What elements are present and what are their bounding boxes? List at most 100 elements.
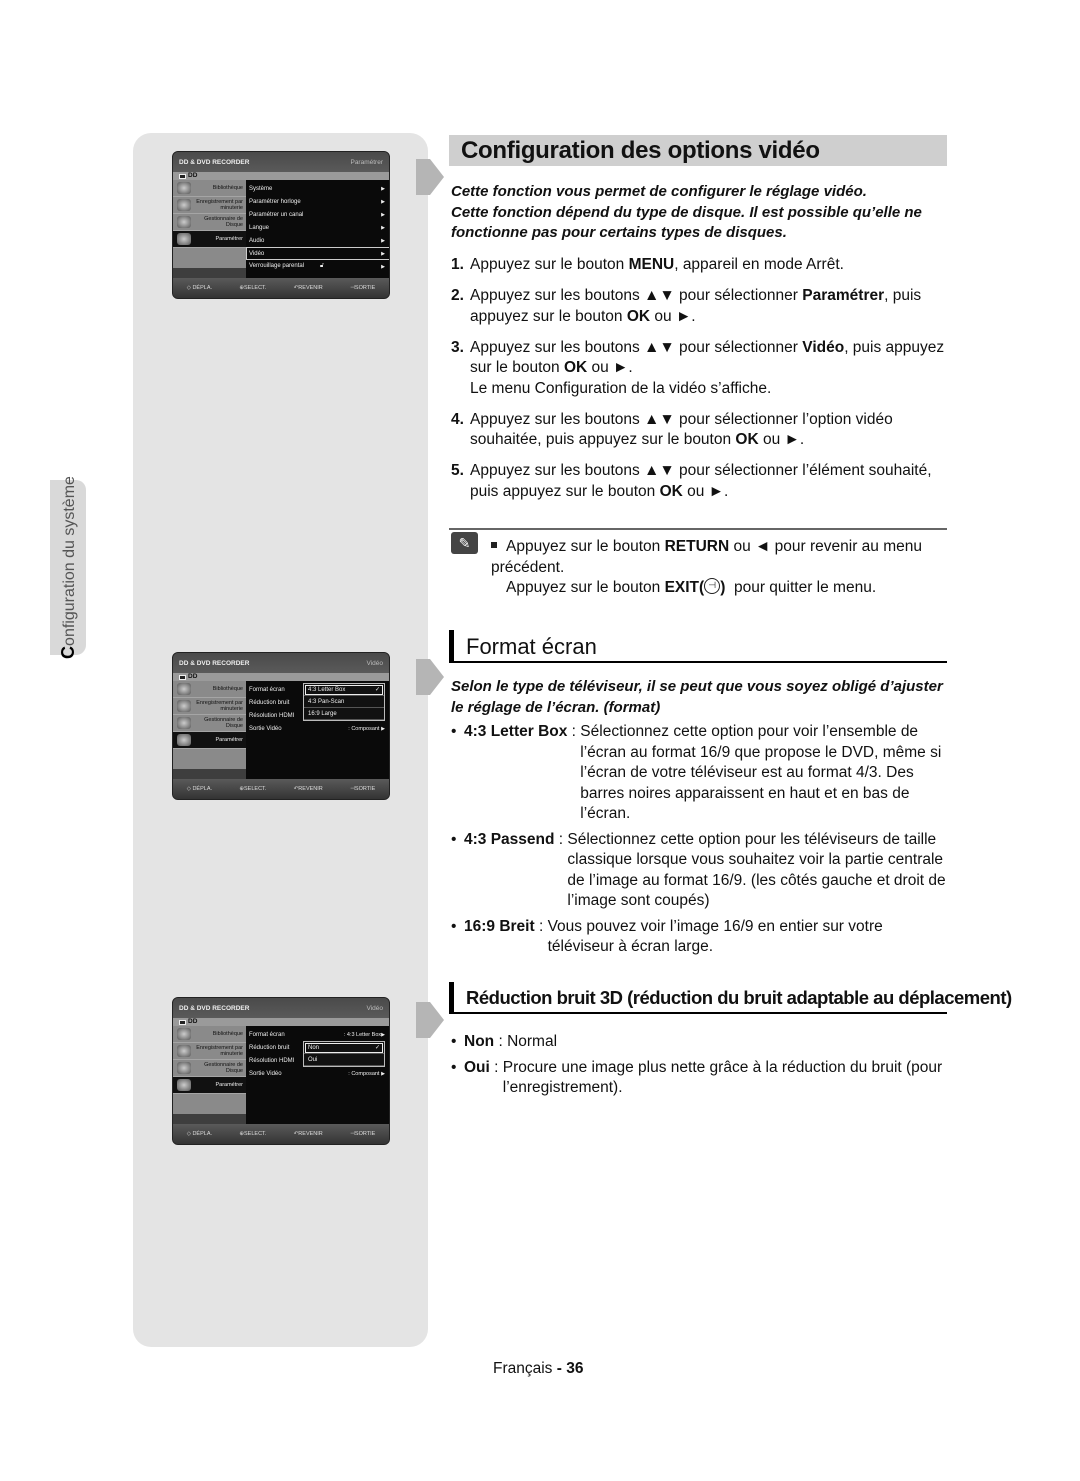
arrow-right-icon: ▶ [381, 237, 385, 244]
step-item: 3. Appuyez sur les boutons ▲▼ pour sélect… [451, 338, 951, 400]
step-number: 3. [451, 338, 464, 356]
osd-footer: ◇ DÉPLA. ⊕SELECT. ↶REVENIR ⊣SORTIE [173, 1124, 389, 1144]
step-item: 2. Appuyez sur les boutons ▲▼ pour sélect… [451, 286, 951, 327]
format-options-list: • 4:3 Letter Box : Sélectionnez cette opt… [451, 722, 951, 963]
step-text: Appuyez sur le bouton MENU, appareil en … [470, 256, 844, 273]
osd-menu-timer-record[interactable]: Enregistrement par minuterie [173, 1043, 246, 1060]
library-icon [177, 1028, 191, 1040]
option-item: • 16:9 Breit : Vous pouvez voir l’image 1… [451, 917, 951, 958]
bullet-square-icon [491, 541, 497, 548]
osd-popup-option[interactable]: 4:3 Letter Box ✓ [304, 684, 384, 696]
option-description: Vous pouvez voir l’image 16/9 en entier … [547, 917, 883, 956]
disc-manager-icon [177, 216, 191, 228]
note: Appuyez sur le bouton RETURN ou ◄ pour r… [491, 538, 922, 596]
osd-row-selected[interactable]: Vidéo ▶ [246, 247, 389, 260]
step-item: 1. Appuyez sur le bouton MENU, appareil e… [451, 255, 951, 276]
steps-list: 1. Appuyez sur le bouton MENU, appareil e… [451, 255, 951, 513]
osd-menu-disc-manager[interactable]: Gestionnaire de Disque [173, 715, 246, 732]
step-text: Appuyez sur les boutons ▲▼ pour sélectio… [470, 410, 893, 449]
osd-menu-settings[interactable]: Paramétrer [173, 1077, 246, 1094]
osd-row[interactable]: Sortie Vidéo: Composant ▶ [246, 1067, 389, 1080]
return-hint: ↶REVENIR [293, 285, 323, 291]
osd-screen-settings: DD & DVD RECORDER Paramétrer DD Bibliothè… [172, 151, 390, 299]
osd-dd-row: DD [173, 673, 389, 681]
bullet-icon: • [451, 1033, 457, 1050]
note-pencil-icon: ✎ [451, 532, 478, 554]
step-item: 4. Appuyez sur les boutons ▲▼ pour sélect… [451, 410, 951, 451]
osd-row[interactable]: Paramétrer horloge ▶ [246, 195, 389, 208]
move-hint: ◇ DÉPLA. [186, 786, 213, 792]
osd-row[interactable]: Sortie Vidéo: Composant ▶ [246, 722, 389, 735]
osd-popup-option[interactable]: 4:3 Pan-Scan [304, 696, 384, 708]
select-hint: ⊕SELECT. [239, 285, 267, 291]
step-text: Appuyez sur les boutons ▲▼ pour sélectio… [470, 462, 932, 500]
option-item: • 4:3 Passend : Sélectionnez cette option… [451, 830, 951, 912]
exit-button-icon: ⊣ [704, 577, 721, 594]
bullet-icon: • [451, 1058, 457, 1076]
osd-row[interactable]: Verrouillage parental 🔓︎ ▶ [246, 260, 389, 273]
osd-menu-settings[interactable]: Paramétrer [173, 231, 246, 248]
osd-dd-row: DD [173, 172, 389, 180]
step-note: Le menu Configuration de la vidéo s’affi… [470, 379, 772, 397]
osd-popup-option[interactable]: Oui [304, 1054, 384, 1066]
step-number: 4. [451, 410, 464, 428]
option-item: • 4:3 Letter Box : Sélectionnez cette opt… [451, 722, 951, 825]
library-icon [177, 683, 191, 695]
option-description: Normal [507, 1033, 558, 1050]
option-description: Sélectionnez cette option pour les télév… [567, 830, 946, 910]
settings-icon [177, 1079, 191, 1091]
arrow-right-icon: ▶ [381, 1070, 385, 1077]
side-section-label: Configuration du système [50, 476, 86, 659]
osd-menu-disc-manager[interactable]: Gestionnaire de Disque [173, 214, 246, 231]
option-description: Sélectionnez cette option pour voir l’en… [580, 723, 942, 822]
arrow-right-icon: ▶ [381, 250, 385, 257]
osd-left-menu: Bibliothèque Enregistrement par minuteri… [173, 681, 246, 769]
osd-screen-video-format: DD & DVD RECORDER Vidéo DD Bibliothèque E… [172, 652, 390, 800]
arrow-right-icon: ▶ [381, 185, 385, 192]
format-intro: Selon le type de téléviseur, il se peut … [451, 678, 943, 716]
move-hint: ◇ DÉPLA. [186, 1131, 213, 1137]
osd-format-popup: 4:3 Letter Box ✓ 4:3 Pan-Scan 16:9 Large [303, 683, 385, 721]
disc-manager-icon [177, 717, 191, 729]
return-hint: ↶REVENIR [293, 786, 323, 792]
osd-popup-option[interactable]: Non ✓ [304, 1042, 384, 1054]
side-tab-rest: onfiguration du système [60, 476, 78, 646]
bullet-icon: • [451, 723, 457, 740]
osd-row[interactable]: Format écran: 4:3 Letter Box▶ [246, 1028, 389, 1041]
arrow-right-icon [416, 655, 446, 699]
timer-record-icon [177, 199, 191, 211]
osd-menu-timer-record[interactable]: Enregistrement par minuterie [173, 197, 246, 214]
section-heading-format: Format écran [449, 630, 947, 663]
osd-row[interactable]: Langue ▶ [246, 221, 389, 234]
osd-menu-disc-manager[interactable]: Gestionnaire de Disque [173, 1060, 246, 1077]
osd-popup-option[interactable]: 16:9 Large [304, 708, 384, 720]
arrow-right-icon: ▶ [381, 211, 385, 218]
step-number: 5. [451, 462, 464, 479]
note-divider [449, 528, 947, 530]
arrow-right-icon: ▶ [381, 198, 385, 205]
side-tab-initial: C [57, 645, 78, 659]
osd-footer: ◇ DÉPLA. ⊕SELECT. ↶REVENIR ⊣SORTIE [173, 278, 389, 298]
option-description: Procure une image plus nette grâce à la … [502, 1058, 943, 1097]
osd-menu-library[interactable]: Bibliothèque [173, 1026, 246, 1043]
section-intro: Cette fonction vous permet de configurer… [451, 183, 922, 241]
osd-breadcrumb: Vidéo [366, 659, 383, 667]
osd-row[interactable]: Système ▶ [246, 182, 389, 195]
osd-header: DD & DVD RECORDER Vidéo [173, 998, 389, 1018]
osd-left-menu: Bibliothèque Enregistrement par minuteri… [173, 180, 246, 268]
osd-menu-settings[interactable]: Paramétrer [173, 732, 246, 749]
option-term: Oui [464, 1058, 490, 1076]
osd-row[interactable]: Audio ▶ [246, 234, 389, 247]
osd-menu-timer-record[interactable]: Enregistrement par minuterie [173, 698, 246, 715]
osd-menu-library[interactable]: Bibliothèque [173, 681, 246, 698]
page-title: Configuration des options vidéo [449, 135, 947, 166]
arrow-right-icon: ▶ [381, 224, 385, 231]
osd-row[interactable]: Paramétrer un canal ▶ [246, 208, 389, 221]
arrow-right-icon: ▶ [381, 1031, 385, 1038]
option-term: 4:3 Letter Box [464, 723, 568, 740]
step-number: 2. [451, 287, 464, 304]
step-text: Appuyez sur les boutons ▲▼ pour sélectio… [470, 338, 951, 400]
option-term: Non [464, 1033, 495, 1050]
osd-footer: ◇ DÉPLA. ⊕SELECT. ↶REVENIR ⊣SORTIE [173, 779, 389, 799]
osd-menu-library[interactable]: Bibliothèque [173, 180, 246, 197]
